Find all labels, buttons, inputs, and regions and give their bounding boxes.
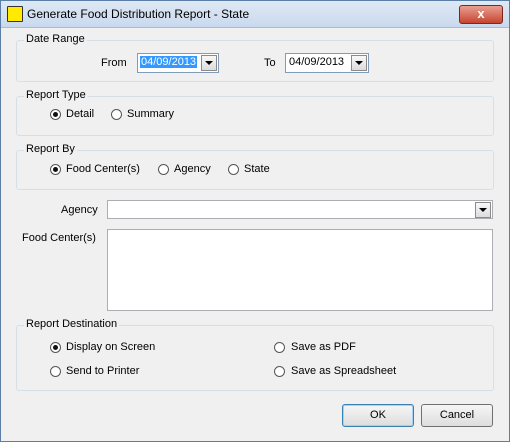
state-label[interactable]: State bbox=[244, 163, 270, 175]
food-centers-list[interactable] bbox=[107, 229, 493, 311]
summary-label[interactable]: Summary bbox=[127, 108, 174, 120]
agency-radio-label[interactable]: Agency bbox=[174, 163, 211, 175]
detail-label[interactable]: Detail bbox=[66, 108, 94, 120]
to-date-value[interactable]: 04/09/2013 bbox=[288, 56, 345, 68]
save-pdf-radio[interactable] bbox=[274, 342, 285, 353]
to-date-picker[interactable]: 04/09/2013 bbox=[285, 53, 369, 73]
agency-dropdown[interactable] bbox=[107, 200, 493, 219]
agency-radio[interactable] bbox=[158, 164, 169, 175]
summary-radio[interactable] bbox=[111, 109, 122, 120]
save-spreadsheet-label[interactable]: Save as Spreadsheet bbox=[291, 365, 396, 377]
save-spreadsheet-radio[interactable] bbox=[274, 366, 285, 377]
report-by-legend: Report By bbox=[24, 143, 77, 155]
send-to-printer-label[interactable]: Send to Printer bbox=[66, 365, 139, 377]
save-pdf-label[interactable]: Save as PDF bbox=[291, 341, 356, 353]
date-range-legend: Date Range bbox=[24, 33, 87, 45]
ok-button[interactable]: OK bbox=[342, 404, 414, 427]
chevron-down-icon[interactable] bbox=[351, 55, 367, 71]
report-destination-group: Report Destination bbox=[16, 318, 494, 391]
chevron-down-icon[interactable] bbox=[475, 202, 491, 218]
food-centers-label[interactable]: Food Center(s) bbox=[66, 163, 140, 175]
date-range-group: Date Range bbox=[16, 33, 494, 82]
cancel-button[interactable]: Cancel bbox=[421, 404, 493, 427]
display-on-screen-label[interactable]: Display on Screen bbox=[66, 341, 155, 353]
send-to-printer-radio[interactable] bbox=[50, 366, 61, 377]
detail-radio[interactable] bbox=[50, 109, 61, 120]
food-centers-field-label: Food Center(s) bbox=[22, 232, 96, 244]
from-date-picker[interactable]: 04/09/2013 bbox=[137, 53, 219, 73]
report-destination-legend: Report Destination bbox=[24, 318, 120, 330]
to-label: To bbox=[264, 57, 276, 69]
state-radio[interactable] bbox=[228, 164, 239, 175]
window-title: Generate Food Distribution Report - Stat… bbox=[27, 7, 250, 21]
close-button[interactable]: x bbox=[459, 5, 503, 24]
from-label: From bbox=[101, 57, 127, 69]
dialog-window: Generate Food Distribution Report - Stat… bbox=[0, 0, 510, 442]
chevron-down-icon[interactable] bbox=[201, 55, 217, 71]
display-on-screen-radio[interactable] bbox=[50, 342, 61, 353]
agency-field-label: Agency bbox=[61, 204, 98, 216]
app-icon bbox=[7, 6, 23, 22]
from-date-value[interactable]: 04/09/2013 bbox=[140, 56, 198, 68]
food-centers-radio[interactable] bbox=[50, 164, 61, 175]
report-type-legend: Report Type bbox=[24, 89, 88, 101]
title-bar[interactable]: Generate Food Distribution Report - Stat… bbox=[1, 1, 509, 28]
